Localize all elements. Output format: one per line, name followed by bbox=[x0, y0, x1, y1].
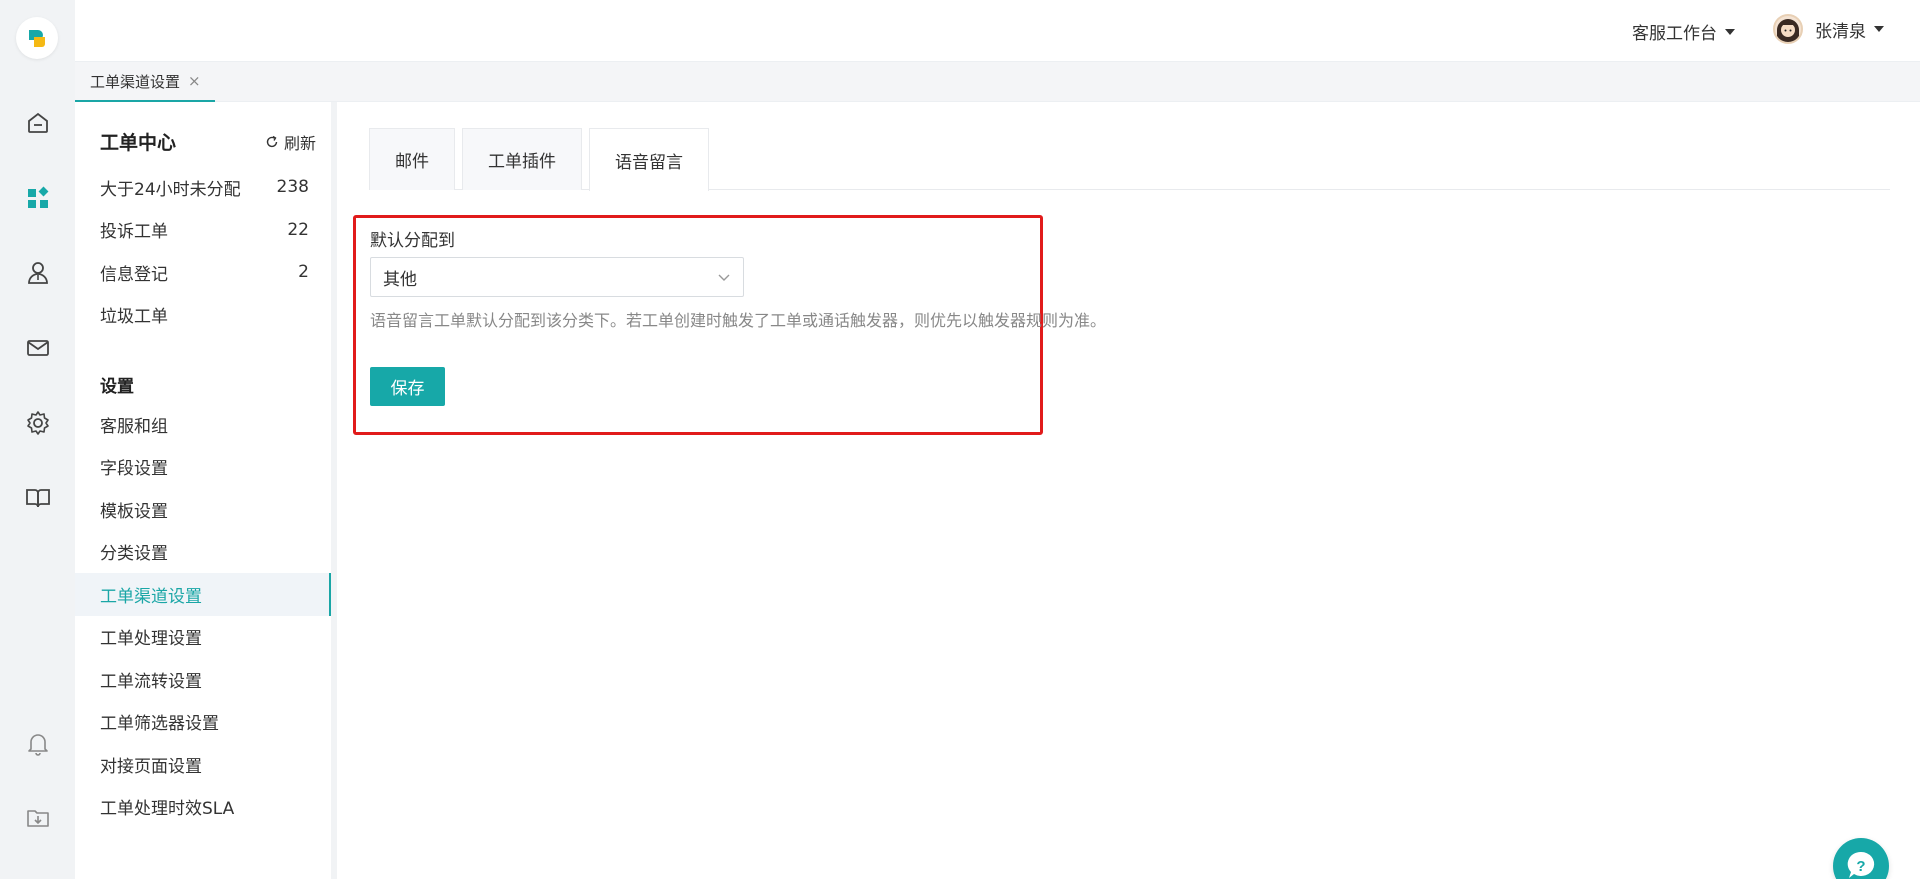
sidebar-item-label: 字段设置 bbox=[100, 459, 168, 480]
assign-hint-text: 语音留言工单默认分配到该分类下。若工单创建时触发了工单或通话触发器，则优先以触发… bbox=[370, 311, 1107, 330]
page-tab-channel-settings[interactable]: 工单渠道设置 × bbox=[75, 62, 215, 102]
agent-icon[interactable] bbox=[23, 258, 53, 288]
list-item[interactable]: 大于24小时未分配 238 bbox=[75, 166, 331, 209]
app-logo[interactable] bbox=[16, 17, 58, 59]
sidebar-item-agents-groups[interactable]: 客服和组 bbox=[75, 403, 331, 446]
gear-icon[interactable] bbox=[23, 408, 53, 438]
chevron-down-icon bbox=[718, 274, 730, 281]
list-item[interactable]: 垃圾工单 bbox=[75, 294, 331, 337]
top-header: 客服工作台 张清泉 bbox=[75, 0, 1920, 62]
svg-text:?: ? bbox=[1856, 858, 1865, 875]
channel-tabs: 邮件 工单插件 语音留言 bbox=[369, 128, 1890, 191]
sidebar-item-sla[interactable]: 工单处理时效SLA bbox=[75, 786, 331, 829]
queue-label: 垃圾工单 bbox=[100, 307, 168, 328]
queue-label: 大于24小时未分配 bbox=[100, 179, 241, 200]
sidebar-item-label: 工单处理时效SLA bbox=[100, 799, 235, 820]
select-value: 其他 bbox=[383, 269, 417, 290]
sidebar-item-label: 工单渠道设置 bbox=[100, 586, 202, 607]
settings-section-title: 设置 bbox=[100, 377, 134, 397]
settings-list: 客服和组 字段设置 模板设置 分类设置 工单渠道设置 工单处理设置 工单流转设置… bbox=[75, 403, 331, 828]
sidebar-item-label: 工单处理设置 bbox=[100, 629, 202, 650]
help-question-icon: ? bbox=[1847, 851, 1875, 878]
tab-label: 工单插件 bbox=[488, 152, 556, 172]
sidebar-item-fields[interactable]: 字段设置 bbox=[75, 446, 331, 489]
tab-email[interactable]: 邮件 bbox=[369, 128, 455, 190]
sidebar-item-label: 工单筛选器设置 bbox=[100, 714, 219, 735]
icon-rail bbox=[0, 0, 75, 879]
default-assign-label: 默认分配到 bbox=[370, 231, 455, 251]
workbench-dropdown[interactable]: 客服工作台 bbox=[1632, 19, 1735, 44]
workbench-label: 客服工作台 bbox=[1632, 24, 1717, 44]
tab-label: 邮件 bbox=[395, 152, 429, 172]
tab-ticket-plugin[interactable]: 工单插件 bbox=[462, 128, 582, 190]
avatar bbox=[1773, 14, 1803, 44]
queue-count: 22 bbox=[287, 219, 309, 240]
logo-icon bbox=[29, 30, 45, 47]
save-button[interactable]: 保存 bbox=[370, 367, 445, 406]
queue-label: 投诉工单 bbox=[100, 222, 168, 243]
download-folder-icon[interactable] bbox=[23, 803, 53, 833]
sidebar-item-label: 客服和组 bbox=[100, 416, 168, 437]
book-icon[interactable] bbox=[23, 483, 53, 513]
tab-voice-message[interactable]: 语音留言 bbox=[589, 128, 709, 191]
mail-icon[interactable] bbox=[23, 333, 53, 363]
voice-message-settings-panel: 默认分配到 其他 语音留言工单默认分配到该分类下。若工单创建时触发了工单或通话触… bbox=[353, 215, 1106, 435]
sidebar-item-label: 工单流转设置 bbox=[100, 671, 202, 692]
sidebar-title: 工单中心 bbox=[100, 132, 177, 154]
queue-list: 大于24小时未分配 238 投诉工单 22 信息登记 2 垃圾工单 bbox=[75, 166, 331, 336]
sidebar-header: 工单中心 刷新 bbox=[100, 128, 316, 155]
refresh-icon bbox=[266, 135, 278, 147]
refresh-label: 刷新 bbox=[283, 133, 316, 153]
page-tab-strip: 工单渠道设置 × bbox=[75, 62, 1920, 102]
bell-icon[interactable] bbox=[23, 728, 53, 758]
sidebar-item-filters[interactable]: 工单筛选器设置 bbox=[75, 701, 331, 744]
user-name: 张清泉 bbox=[1815, 21, 1866, 42]
queue-count: 2 bbox=[298, 262, 309, 283]
help-button[interactable]: ? bbox=[1833, 838, 1889, 879]
main-content: 邮件 工单插件 语音留言 默认分配到 其他 语音留言工单默认分配到该分类下。若工… bbox=[337, 102, 1920, 879]
list-item[interactable]: 信息登记 2 bbox=[75, 251, 331, 294]
home-icon[interactable] bbox=[23, 108, 53, 138]
sidebar-item-label: 模板设置 bbox=[100, 501, 168, 522]
user-menu[interactable]: 张清泉 bbox=[1773, 14, 1884, 44]
sidebar-item-processing[interactable]: 工单处理设置 bbox=[75, 616, 331, 659]
default-assign-select[interactable]: 其他 bbox=[370, 257, 744, 297]
sidebar-item-label: 分类设置 bbox=[100, 544, 168, 565]
list-item[interactable]: 投诉工单 22 bbox=[75, 209, 331, 252]
sidebar-item-channel-settings[interactable]: 工单渠道设置 bbox=[75, 573, 331, 616]
apps-icon[interactable] bbox=[23, 183, 53, 213]
sidebar-item-templates[interactable]: 模板设置 bbox=[75, 488, 331, 531]
close-icon[interactable]: × bbox=[188, 72, 201, 90]
tab-label: 语音留言 bbox=[615, 152, 683, 173]
queue-label: 信息登记 bbox=[100, 264, 168, 285]
sidebar-item-categories[interactable]: 分类设置 bbox=[75, 531, 331, 574]
queue-count: 238 bbox=[276, 177, 309, 198]
sidebar-item-label: 对接页面设置 bbox=[100, 756, 202, 777]
ticket-center-sidebar: 工单中心 刷新 大于24小时未分配 238 投诉工单 22 信息登记 2 垃圾工… bbox=[75, 102, 337, 879]
page-tab-label: 工单渠道设置 bbox=[90, 72, 181, 91]
avatar-face-icon bbox=[1777, 19, 1799, 42]
sidebar-item-flow[interactable]: 工单流转设置 bbox=[75, 658, 331, 701]
caret-down-icon bbox=[1725, 28, 1735, 35]
sidebar-item-integration-page[interactable]: 对接页面设置 bbox=[75, 743, 331, 786]
caret-down-icon bbox=[1874, 26, 1884, 32]
refresh-button[interactable]: 刷新 bbox=[265, 130, 316, 154]
